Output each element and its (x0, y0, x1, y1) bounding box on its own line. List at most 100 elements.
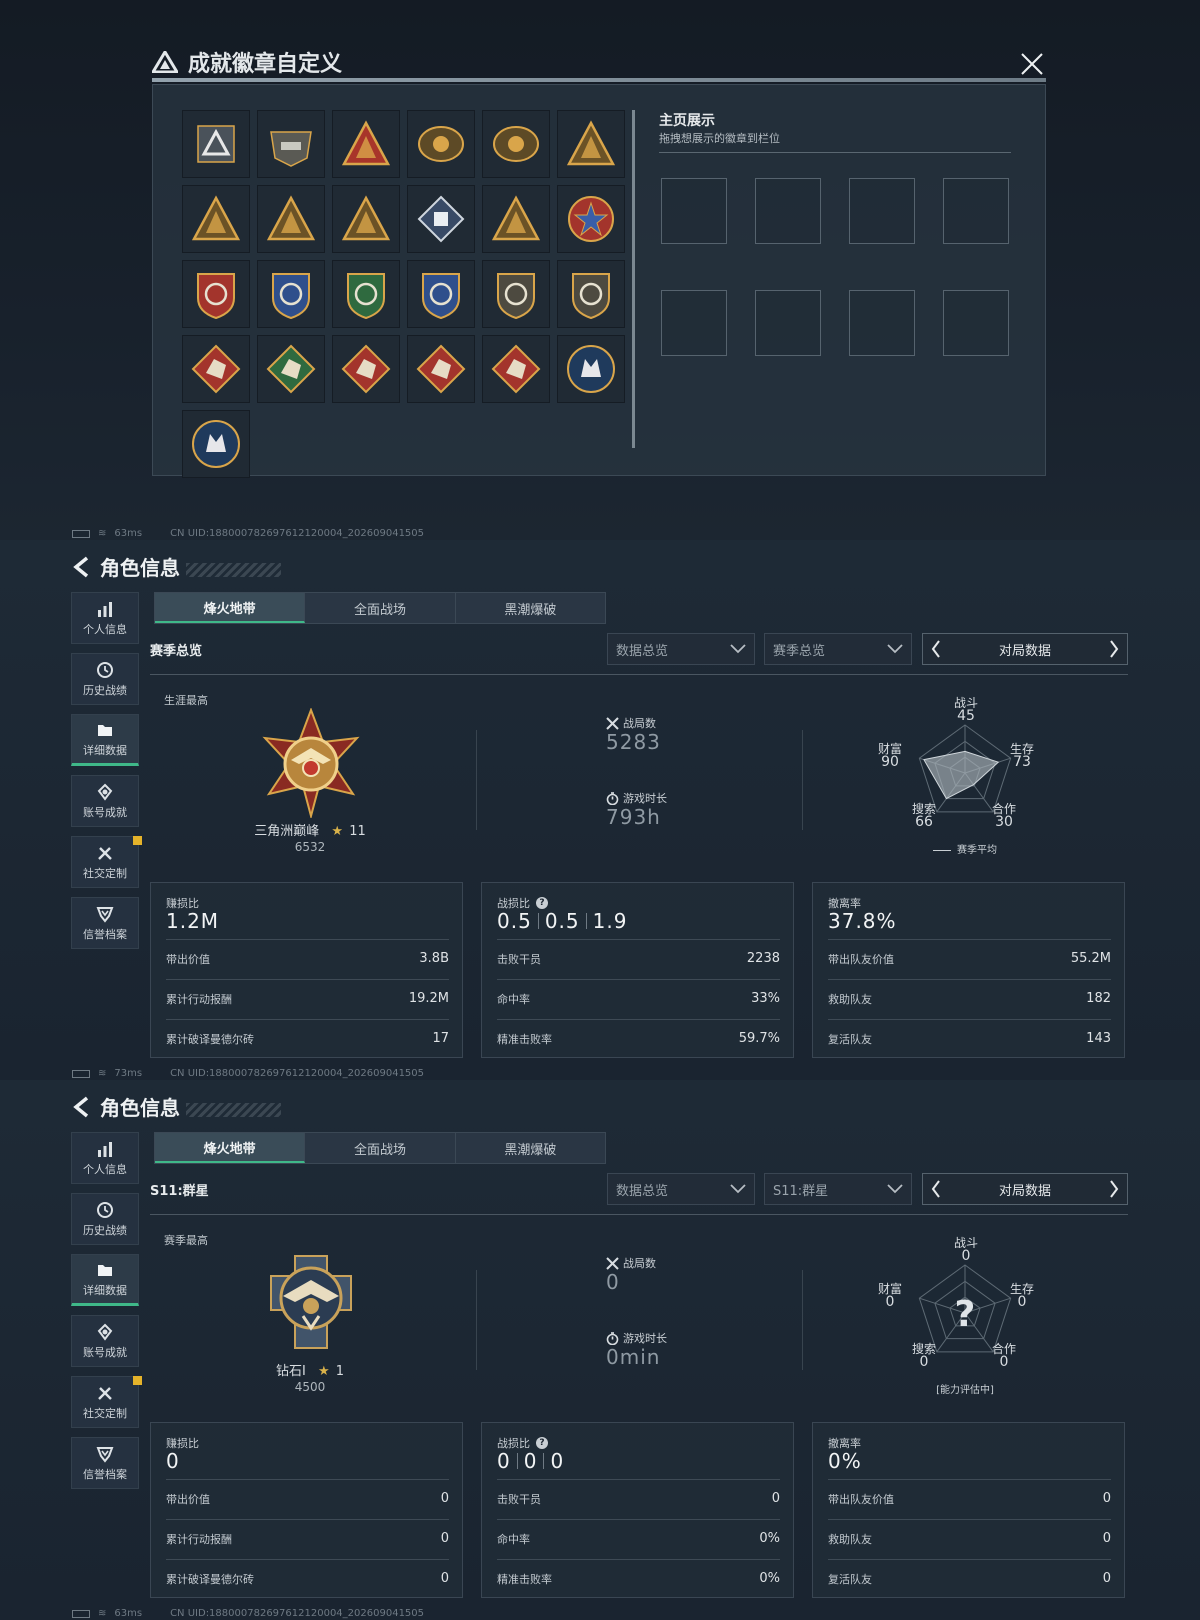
sidebar-item[interactable]: 历史战绩 (71, 653, 139, 705)
badge-slot[interactable] (482, 260, 550, 328)
badge-customize-screen: 成就徽章自定义 主页展示 拖拽想展示的徽章到栏位 ≋ 63ms CN UID:1… (0, 0, 1200, 540)
close-icon[interactable] (1018, 50, 1046, 78)
showcase-slot[interactable] (943, 290, 1009, 356)
showcase-divider (659, 152, 1011, 153)
badge-slot[interactable] (182, 260, 250, 328)
badge-slot[interactable] (482, 110, 550, 178)
badge-slot[interactable] (182, 185, 250, 253)
sidebar-item[interactable]: 个人信息 (71, 1132, 139, 1184)
badge-slot[interactable] (557, 335, 625, 403)
back-arrow-icon[interactable] (72, 556, 90, 578)
chevron-left-icon[interactable] (931, 1180, 941, 1198)
badge-slot[interactable] (557, 185, 625, 253)
badge-slot[interactable] (257, 260, 325, 328)
sidebar-item[interactable]: 社交定制 (71, 836, 142, 888)
radar-axis-value: 66 (915, 814, 933, 830)
chevron-right-icon[interactable] (1109, 1180, 1119, 1198)
badge-slot[interactable] (407, 260, 475, 328)
badge-slot[interactable] (407, 110, 475, 178)
showcase-slot[interactable] (849, 178, 915, 244)
badge-slot[interactable] (482, 185, 550, 253)
overview-dropdown[interactable]: 数据总览 (607, 633, 755, 665)
badge-slot[interactable] (182, 410, 250, 478)
badge-slot[interactable] (482, 335, 550, 403)
dialog-top-bar (152, 78, 1046, 82)
stat-row: 累计行动报酬 0 (166, 1519, 449, 1557)
showcase-slot[interactable] (755, 178, 821, 244)
rank-caption: 赛季最高 (164, 1234, 208, 1247)
column-divider (476, 1270, 477, 1370)
badge-slot[interactable] (407, 185, 475, 253)
tab-all-out[interactable]: 全面战场 (305, 593, 456, 623)
tab-warzone[interactable]: 烽火地带 (155, 593, 306, 623)
stat-card-value: 0 (166, 1449, 180, 1473)
stat-row: 复活队友 0 (828, 1559, 1111, 1597)
sidebar-item[interactable]: 详细数据 (71, 714, 139, 766)
role-info-screen: 角色信息 个人信息 历史战绩 详细数据 账号成就 社交定制 信誉档案 烽火地带 全面战场 … (0, 1080, 1200, 1620)
sidebar-item[interactable]: 信誉档案 (71, 1437, 139, 1489)
showcase-slot[interactable] (661, 290, 727, 356)
overview-dropdown[interactable]: 数据总览 (607, 1173, 755, 1205)
showcase-slot[interactable] (849, 290, 915, 356)
stat-row-value: 0 (440, 1571, 449, 1586)
grid-scrollbar[interactable] (632, 110, 635, 448)
role-title: 角色信息 (100, 556, 180, 580)
blue-crest-badge-icon (272, 273, 310, 320)
radar-value-area (923, 750, 1000, 800)
showcase-slot[interactable] (755, 290, 821, 356)
badge-slot[interactable] (182, 335, 250, 403)
sidebar-item[interactable]: 信誉档案 (71, 897, 139, 949)
tab-warzone[interactable]: 烽火地带 (155, 1133, 306, 1163)
sidebar-item[interactable]: 详细数据 (71, 1254, 139, 1306)
showcase-slot[interactable] (943, 178, 1009, 244)
tab-blackout[interactable]: 黑潮爆破 (456, 1133, 605, 1163)
season-dropdown[interactable]: S11:群星 (764, 1173, 912, 1205)
back-arrow-icon[interactable] (72, 1096, 90, 1118)
showcase-slot[interactable] (661, 178, 727, 244)
playtime-label-row: 游戏时长 (606, 790, 667, 806)
chevron-left-icon[interactable] (931, 640, 941, 658)
chevron-right-icon[interactable] (1109, 640, 1119, 658)
sidebar-item[interactable]: 个人信息 (71, 592, 139, 644)
stat-row: 命中率 33% (497, 979, 780, 1017)
stat-row-label: 命中率 (497, 1532, 530, 1546)
role-header: 角色信息 (72, 552, 281, 581)
radar-label-search: 搜索 0 (908, 1343, 940, 1370)
badge-slot[interactable] (257, 185, 325, 253)
badge-slot[interactable] (257, 110, 325, 178)
badge-slot[interactable] (407, 335, 475, 403)
help-icon[interactable]: ? (536, 897, 548, 909)
badge-slot[interactable] (332, 335, 400, 403)
boot-diamond-badge-icon (491, 344, 541, 394)
dolphin-triangle-badge-icon (341, 195, 391, 241)
sidebar-item-label: 个人信息 (83, 622, 127, 636)
green-rifle-shield-badge-icon (347, 273, 385, 320)
ability-radar-chart: ? 战斗 0 生存 0 合作 0 搜索 0 财富 0 [能力评估中] (878, 1235, 1050, 1405)
ratio-separator (585, 913, 587, 929)
shield-emblem-badge-icon (493, 126, 539, 162)
tab-blackout[interactable]: 黑潮爆破 (456, 593, 605, 623)
sidebar-item[interactable]: 账号成就 (71, 1315, 139, 1367)
sidebar-item[interactable]: 账号成就 (71, 775, 139, 827)
sidebar-item[interactable]: 历史战绩 (71, 1193, 139, 1245)
sidebar-item[interactable]: 社交定制 (71, 1376, 142, 1428)
stat-row-label: 累计破译曼德尔砖 (166, 1572, 254, 1586)
radar-label-wealth: 财富 90 (874, 743, 906, 770)
stat-row-label: 救助队友 (828, 992, 872, 1006)
radar-label-battle: 战斗 45 (950, 697, 982, 724)
stat-row: 带出价值 0 (166, 1479, 449, 1517)
help-icon[interactable]: ? (536, 1437, 548, 1449)
season-dropdown[interactable]: 赛季总览 (764, 633, 912, 665)
badge-slot[interactable] (257, 335, 325, 403)
radar-axis-value: 0 (885, 1294, 895, 1310)
ping-text: 63ms (114, 528, 143, 539)
badge-slot[interactable] (332, 260, 400, 328)
badge-slot[interactable] (557, 260, 625, 328)
badge-slot[interactable] (332, 110, 400, 178)
badge-slot[interactable] (332, 185, 400, 253)
bar-chart-icon (98, 601, 112, 617)
badge-slot[interactable] (182, 110, 250, 178)
uid-text: CN UID:18800078269761212000​4_2026090415… (170, 1608, 425, 1619)
tab-all-out[interactable]: 全面战场 (305, 1133, 456, 1163)
badge-slot[interactable] (557, 110, 625, 178)
